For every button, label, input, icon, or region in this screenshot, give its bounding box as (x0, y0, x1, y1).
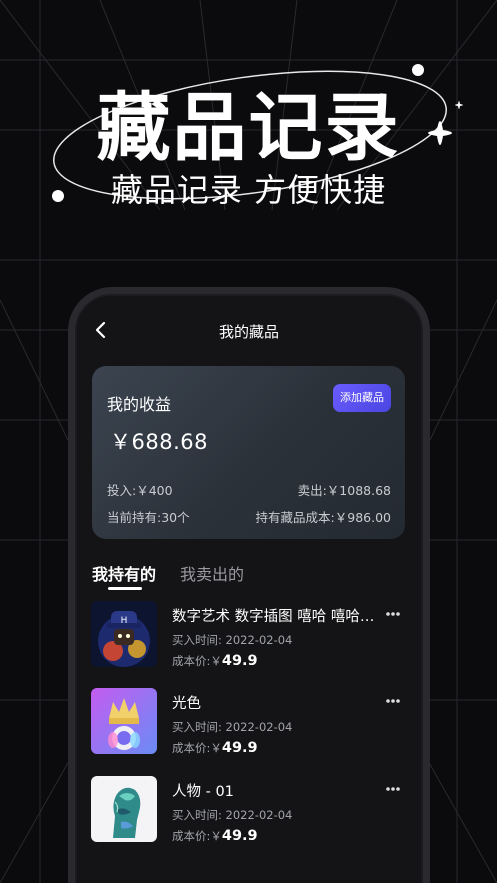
page-title: 我的藏品 (218, 323, 279, 341)
more-icon[interactable] (385, 786, 401, 792)
item-date: 买入时间: 2022-02-04 (172, 720, 293, 734)
holding-count: 当前持有:30个 (107, 510, 190, 525)
hero-subtitle: 藏品记录 方便快捷 (110, 171, 387, 209)
earnings-amount: ￥688.68 (110, 430, 208, 454)
item-price: 成本价:￥49.9 (172, 740, 258, 756)
active-tab-indicator (108, 587, 142, 590)
sold-value: 卖出:￥1088.68 (297, 483, 391, 498)
price-label: 成本价:￥ (172, 741, 222, 755)
list-item[interactable]: 人物 - 01 买入时间: 2022-02-04 成本价:￥49.9 (91, 776, 407, 846)
tab-bar: 我持有的 我卖出的 (92, 561, 405, 591)
item-price: 成本价:￥49.9 (172, 653, 258, 669)
item-date: 买入时间: 2022-02-04 (172, 808, 293, 822)
price-value: 49.9 (221, 740, 258, 756)
tab-sold[interactable]: 我卖出的 (180, 561, 244, 585)
hero-title: 藏品记录 (96, 85, 401, 171)
phone-screen: 我的藏品 我的收益 添加藏品 ￥688.68 投入:￥400 卖出:￥1088.… (77, 296, 421, 883)
artwork-thumbnail-figure (91, 776, 157, 842)
list-item[interactable]: 光色 买入时间: 2022-02-04 成本价:￥49.9 (91, 688, 407, 758)
artwork-thumbnail-hiphop: H (91, 601, 157, 667)
list-item[interactable]: H 数字艺术 数字插图 嘻哈 嘻哈图片 买入时间: 2022-02-04 成本价… (91, 601, 407, 671)
more-icon[interactable] (385, 698, 401, 704)
item-name: 人物 - 01 (172, 784, 234, 800)
svg-text:H: H (121, 616, 128, 626)
holding-cost: 持有藏品成本:￥986.00 (255, 510, 391, 525)
nav-bar: 我的藏品 (77, 316, 421, 346)
price-label: 成本价:￥ (172, 829, 222, 843)
price-value: 49.9 (221, 653, 258, 669)
earnings-card: 我的收益 添加藏品 ￥688.68 投入:￥400 卖出:￥1088.68 当前… (92, 366, 405, 539)
tab-holding[interactable]: 我持有的 (92, 561, 156, 585)
artwork-thumbnail-crown (91, 688, 157, 754)
item-name: 数字艺术 数字插图 嘻哈 嘻哈图片 (172, 609, 382, 625)
item-date: 买入时间: 2022-02-04 (172, 633, 293, 647)
item-name: 光色 (172, 696, 201, 712)
item-price: 成本价:￥49.9 (172, 828, 258, 844)
add-collection-button[interactable]: 添加藏品 (333, 384, 391, 412)
price-label: 成本价:￥ (172, 654, 222, 668)
more-icon[interactable] (385, 611, 401, 617)
invest-value: 投入:￥400 (107, 483, 173, 498)
earnings-title: 我的收益 (107, 395, 172, 414)
price-value: 49.9 (221, 828, 258, 844)
